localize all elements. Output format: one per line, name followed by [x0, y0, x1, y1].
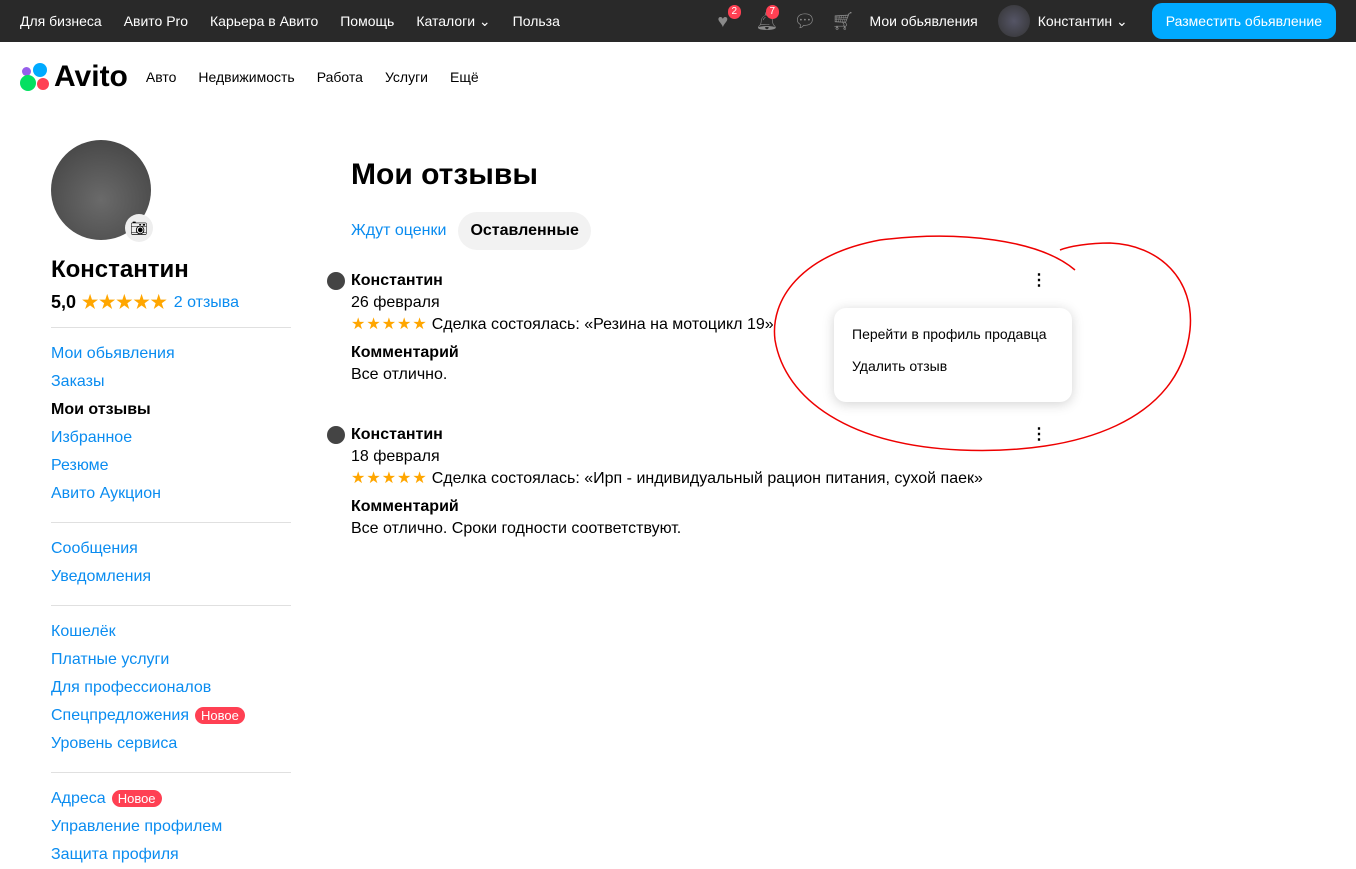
nav-more[interactable]: Ещё: [450, 69, 479, 85]
menu-special-offers[interactable]: Спецпредложения Новое: [51, 702, 291, 730]
review-deal: Сделка состоялась: «Резина на мотоцикл 1…: [431, 316, 774, 333]
favorites-heart-icon[interactable]: ♥ 2: [718, 5, 742, 31]
more-options-icon[interactable]: ⋮: [1031, 270, 1047, 292]
logo-text: Avito: [54, 60, 128, 93]
review-author[interactable]: Константин: [327, 270, 1051, 292]
review-comment: Все отлично. Сроки годности соответствую…: [351, 520, 682, 537]
new-badge: Новое: [111, 790, 162, 807]
link-business[interactable]: Для бизнеса: [20, 13, 102, 29]
comment-label: Комментарий: [351, 498, 459, 515]
fav-badge: 2: [727, 5, 742, 19]
avito-logo[interactable]: Avito: [20, 60, 128, 94]
nav-auto[interactable]: Авто: [146, 69, 177, 85]
menu-auction[interactable]: Авито Аукцион: [51, 480, 291, 508]
camera-icon[interactable]: 📷︎: [125, 214, 153, 242]
menu-resume[interactable]: Резюме: [51, 452, 291, 480]
user-menu[interactable]: Константин ⌄: [1038, 13, 1128, 30]
review-stars: ★★★★★: [351, 316, 428, 333]
review-deal: Сделка состоялась: «Ирп - индивидуальный…: [431, 470, 983, 487]
messages-chat-icon[interactable]: 💬︎: [794, 11, 817, 31]
link-benefit[interactable]: Польза: [513, 13, 560, 29]
menu-item-go-to-seller[interactable]: Перейти в профиль продавца: [852, 326, 1054, 358]
menu-wallet[interactable]: Кошелёк: [51, 618, 291, 646]
link-career[interactable]: Карьера в Авито: [210, 13, 318, 29]
post-ad-button[interactable]: Разместить обьявление: [1151, 3, 1336, 39]
nav-services[interactable]: Услуги: [385, 69, 428, 85]
rating-value: 5,0: [51, 292, 77, 312]
link-catalogs[interactable]: Каталоги ⌄: [416, 13, 490, 29]
menu-addresses[interactable]: Адреса Новое: [51, 785, 291, 813]
user-avatar[interactable]: [997, 5, 1030, 37]
menu-my-reviews[interactable]: Мои отзывы: [51, 396, 291, 424]
link-help[interactable]: Помощь: [340, 13, 394, 29]
rating-stars: ★★★★★: [82, 292, 168, 312]
sidebar: 📷︎ Константин 5,0 ★★★★★ 2 отзыва Мои обьяв…: [51, 140, 291, 869]
nav-jobs[interactable]: Работа: [317, 69, 363, 85]
reviews-link[interactable]: 2 отзыва: [174, 294, 239, 312]
menu-for-pros[interactable]: Для профессионалов: [51, 674, 291, 702]
tab-left[interactable]: Оставленные: [458, 212, 591, 250]
profile-name: Константин: [51, 256, 189, 283]
menu-item-delete-review[interactable]: Удалить отзыв: [852, 358, 1054, 390]
menu-messages[interactable]: Сообщения: [51, 535, 291, 563]
new-badge: Новое: [195, 707, 245, 724]
review-date: 18 февраля: [351, 448, 440, 465]
menu-favorites[interactable]: Избранное: [51, 424, 291, 452]
review-item: Константин 18 февраля ★★★★★ Сделка состоя…: [327, 424, 1051, 540]
menu-paid-services[interactable]: Платные услуги: [51, 646, 291, 674]
menu-service-level[interactable]: Уровень сервиса: [51, 730, 291, 758]
review-author[interactable]: Константин: [327, 424, 1051, 446]
notif-badge: 7: [765, 5, 780, 19]
main-nav: Avito Авто Недвижимость Работа Услуги Ещё: [0, 42, 1356, 112]
link-avito-pro[interactable]: Авито Pro: [124, 13, 188, 29]
more-options-icon[interactable]: ⋮: [1031, 424, 1047, 446]
cart-icon[interactable]: 🛒︎: [832, 11, 855, 31]
menu-profile-protection[interactable]: Защита профиля: [51, 841, 291, 869]
notifications-bell-icon[interactable]: 🔔︎ 7: [756, 5, 780, 31]
menu-orders[interactable]: Заказы: [51, 368, 291, 396]
menu-notifications[interactable]: Уведомления: [51, 563, 291, 591]
nav-realty[interactable]: Недвижимость: [198, 69, 294, 85]
menu-my-ads[interactable]: Мои обьявления: [51, 340, 291, 368]
review-stars: ★★★★★: [351, 470, 428, 487]
profile-avatar: 📷︎: [51, 140, 153, 242]
addresses-label: Адреса: [51, 790, 106, 807]
my-ads-link[interactable]: Мои обьявления: [870, 13, 978, 29]
review-options-menu: Перейти в профиль продавца Удалить отзыв: [834, 308, 1072, 402]
top-bar: Для бизнеса Авито Pro Карьера в Авито Помощ…: [0, 0, 1356, 42]
page-title: Мои отзывы: [351, 158, 538, 191]
menu-profile-management[interactable]: Управление профилем: [51, 813, 291, 841]
special-offers-label: Спецпредложения: [51, 707, 189, 724]
tab-awaiting[interactable]: Ждут оценки: [339, 212, 458, 250]
